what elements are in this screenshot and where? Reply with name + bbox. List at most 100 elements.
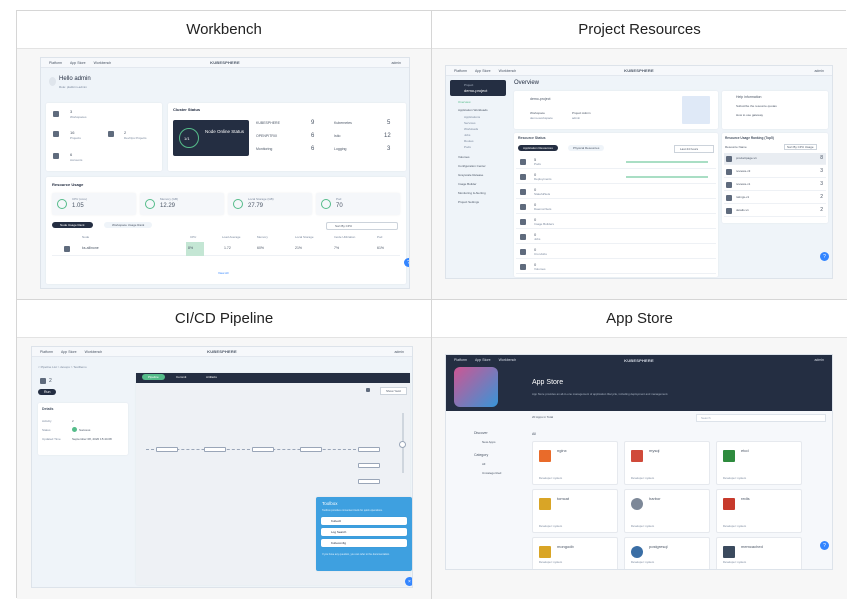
tool-log-search[interactable]: Log Search — [321, 528, 407, 536]
list-item[interactable]: 0 Volumes — [516, 260, 716, 274]
tip-item[interactable]: How to use gateway — [736, 113, 763, 117]
zoom-handle[interactable] — [399, 441, 406, 448]
nav-app-store[interactable]: App Store — [475, 69, 491, 73]
nav-workbench[interactable]: Workbench — [94, 61, 112, 65]
list-item[interactable]: 0 DaemonSets — [516, 200, 716, 214]
tool-kubeconfig[interactable]: Kubeconfig — [321, 539, 407, 547]
time-range-select[interactable]: Last 24 hours — [674, 145, 714, 153]
app-card[interactable]: tomcat Developer: system — [532, 489, 618, 533]
sidebar-item-config[interactable]: Configuration Center — [458, 164, 486, 168]
tab-app-resources[interactable]: Application Resources — [518, 145, 558, 151]
nav-app-store[interactable]: App Store — [70, 61, 86, 65]
list-item[interactable]: 0 Deployments — [516, 170, 716, 184]
node-status-box[interactable]: 1/1 Node Online Status — [173, 120, 249, 156]
breadcrumb[interactable]: < Pipeline List > devops > TestDemo — [38, 365, 87, 369]
list-item[interactable]: 5 Pods — [516, 155, 716, 169]
list-item[interactable]: 0 CronJobs — [516, 245, 716, 259]
app-card[interactable]: memcached Developer: system — [716, 537, 802, 569]
nav-workbench[interactable]: Workbench — [499, 69, 517, 73]
pipeline-stage[interactable] — [300, 447, 322, 452]
resource-label: CronJobs — [534, 252, 547, 256]
sidebar-item-routes[interactable]: Routes — [464, 139, 474, 143]
user-menu[interactable]: admin — [814, 69, 824, 73]
list-item[interactable]: 0 Image Builders — [516, 215, 716, 229]
sidebar-item-new-apps[interactable]: New Apps — [482, 440, 496, 444]
nav-platform[interactable]: Platform — [49, 61, 62, 65]
project-selector[interactable]: Project demo-project — [450, 80, 506, 96]
nav-platform[interactable]: Platform — [454, 69, 467, 73]
table-row[interactable]: ks-allinone 8% 1.72 60% 21% 7% 61% — [52, 242, 400, 256]
tab-pipeline[interactable]: Pipeline — [142, 374, 165, 380]
tip-item[interactable]: Subscribe the resource quotas — [736, 104, 777, 108]
sidebar-item-jobs[interactable]: Jobs — [464, 133, 470, 137]
pipeline-stage[interactable] — [252, 447, 274, 452]
pipeline-stage[interactable] — [156, 447, 178, 452]
app-card[interactable]: mongodb Developer: system — [532, 537, 618, 569]
rank-item[interactable]: productpage-v1 8 — [724, 153, 826, 165]
expand-icon[interactable] — [366, 388, 370, 392]
usage-ring — [57, 199, 67, 209]
search-input[interactable]: Search — [696, 414, 826, 422]
list-item[interactable]: 0 StatefulSets — [516, 185, 716, 199]
sidebar-item-grayscale[interactable]: Grayscale Release — [458, 173, 483, 177]
sidebar-item-workloads[interactable]: Application Workloads — [458, 108, 488, 112]
app-card[interactable]: etcd Developer: system — [716, 441, 802, 485]
nav-app-store[interactable]: App Store — [475, 358, 491, 362]
pipeline-stage[interactable] — [358, 447, 380, 452]
rank-sort-select[interactable]: Sort By CPU Usage — [784, 144, 817, 150]
nav-workbench[interactable]: Workbench — [85, 350, 103, 354]
app-card[interactable]: postgresql Developer: system — [624, 537, 710, 569]
page-title: Overview — [514, 80, 540, 86]
rank-item[interactable]: reviews-v1 3 — [724, 179, 826, 191]
sidebar-item-overview[interactable]: Overview — [458, 100, 471, 104]
sidebar-item-monitoring[interactable]: Monitoring & Alerting — [458, 191, 486, 195]
help-fab[interactable]: ? — [820, 252, 829, 261]
app-developer: Developer: system — [723, 476, 747, 480]
tab-artifacts[interactable]: Artifacts — [206, 375, 217, 379]
rank-item[interactable]: reviews-v3 3 — [724, 166, 826, 178]
view-all-link[interactable]: View All — [218, 271, 228, 275]
show-yaml-button[interactable]: Show Yaml — [380, 387, 407, 395]
user-menu[interactable]: admin — [814, 358, 824, 362]
tip-item[interactable]: Help information — [736, 95, 761, 99]
help-fab[interactable]: ? — [820, 541, 829, 550]
sidebar-item-volumes[interactable]: Volumes — [458, 155, 470, 159]
help-fab[interactable]: ? — [404, 258, 409, 267]
rank-item[interactable]: ratings-v1 2 — [724, 192, 826, 204]
app-card[interactable]: harbor Developer: system — [624, 489, 710, 533]
nav-app-store[interactable]: App Store — [61, 350, 77, 354]
sidebar-item-uncategorized[interactable]: Uncategorized — [482, 471, 501, 475]
pipeline-stage[interactable] — [204, 447, 226, 452]
sidebar-item-workloads-sub[interactable]: Workloads — [464, 127, 478, 131]
project-name: demo-project — [464, 88, 488, 93]
user-menu[interactable]: admin — [391, 61, 401, 65]
sort-select[interactable]: Sort By CPU — [326, 222, 398, 230]
nav-platform[interactable]: Platform — [40, 350, 53, 354]
sidebar-item-services[interactable]: Services — [464, 121, 476, 125]
close-toolbox-button[interactable]: × — [405, 577, 412, 586]
tool-kubectl[interactable]: Kubectl — [321, 517, 407, 525]
rank-item[interactable]: details-v1 2 — [724, 205, 826, 217]
sidebar-item-pods[interactable]: Pods — [464, 145, 471, 149]
sidebar-item-settings[interactable]: Project Settings — [458, 200, 479, 204]
rank-value: 3 — [820, 168, 823, 174]
resource-icon — [520, 174, 526, 180]
app-card[interactable]: redis Developer: system — [716, 489, 802, 533]
pipeline-stage[interactable] — [358, 479, 380, 484]
user-menu[interactable]: admin — [394, 350, 404, 354]
app-card[interactable]: nginx Developer: system — [532, 441, 618, 485]
run-button[interactable]: Run — [38, 389, 57, 395]
pipeline-stage[interactable] — [358, 463, 380, 468]
list-item[interactable]: 0 Jobs — [516, 230, 716, 244]
tab-node-rank[interactable]: Node Usage Rank — [52, 222, 93, 228]
nav-workbench[interactable]: Workbench — [499, 358, 517, 362]
tab-commit[interactable]: Commit — [176, 375, 186, 379]
sidebar-item-all[interactable]: All — [482, 462, 485, 466]
nav-platform[interactable]: Platform — [454, 358, 467, 362]
sidebar-item-image-builder[interactable]: Image Builder — [458, 182, 477, 186]
sidebar-item-applications[interactable]: Applications — [464, 115, 480, 119]
app-card[interactable]: mysql Developer: system — [624, 441, 710, 485]
pod-icon — [726, 169, 732, 175]
tab-physical-resources[interactable]: Physical Resources — [568, 145, 605, 151]
tab-workspace-rank[interactable]: Workspace Usage Rank — [104, 222, 153, 228]
